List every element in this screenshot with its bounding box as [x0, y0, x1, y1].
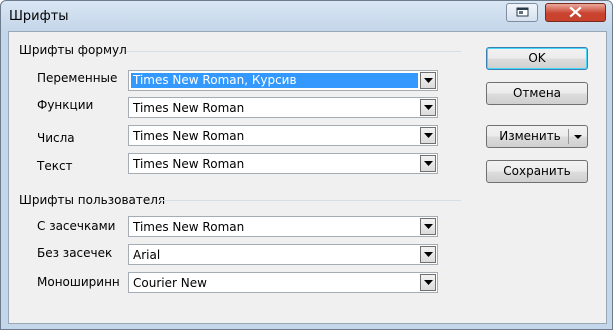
cancel-button[interactable]: Отмена	[486, 82, 588, 105]
numbers-label: Числа	[37, 131, 75, 145]
close-button[interactable]	[545, 3, 606, 22]
dropdown-arrow-icon	[574, 135, 582, 139]
modify-button[interactable]: Изменить	[486, 125, 588, 148]
dialog-body: Шрифты формул Переменные Times New Roman…	[8, 31, 607, 324]
dropdown-button[interactable]	[420, 99, 436, 116]
text-label: Текст	[37, 159, 73, 173]
variables-font-value: Times New Roman, Курсив	[131, 73, 418, 88]
close-icon	[569, 6, 582, 18]
custom-fonts-group-title: Шрифты пользователя	[19, 193, 166, 207]
help-icon	[516, 7, 529, 17]
dialog-title: Шрифты	[9, 9, 69, 24]
numbers-font-value: Times New Roman	[133, 129, 245, 143]
monospace-font-select[interactable]: Courier New	[128, 272, 438, 293]
dropdown-arrow-icon	[424, 224, 433, 229]
dropdown-button[interactable]	[420, 72, 436, 89]
serif-label: С засечками	[37, 219, 116, 233]
functions-font-select[interactable]: Times New Roman	[128, 97, 438, 118]
serif-font-select[interactable]: Times New Roman	[128, 216, 438, 237]
split-divider	[568, 129, 569, 144]
cancel-button-label: Отмена	[512, 86, 562, 100]
modify-button-label: Изменить	[499, 129, 561, 143]
serif-font-value: Times New Roman	[133, 220, 245, 234]
functions-label: Функции	[37, 98, 94, 112]
help-button[interactable]	[506, 3, 538, 22]
functions-font-value: Times New Roman	[133, 101, 245, 115]
title-bar[interactable]: Шрифты	[1, 1, 612, 31]
dropdown-button[interactable]	[420, 274, 436, 291]
dropdown-arrow-icon	[424, 280, 433, 285]
dropdown-arrow-icon	[424, 133, 433, 138]
dropdown-arrow-icon	[424, 161, 433, 166]
dropdown-arrow-icon	[424, 78, 433, 83]
dropdown-arrow-icon	[424, 105, 433, 110]
dropdown-button[interactable]	[420, 155, 436, 172]
sans-label: Без засечек	[37, 246, 113, 260]
monospace-label: Моноширинн	[37, 275, 120, 289]
dropdown-arrow-icon	[424, 252, 433, 257]
sans-font-select[interactable]: Arial	[128, 244, 438, 265]
text-font-select[interactable]: Times New Roman	[128, 153, 438, 174]
dropdown-button[interactable]	[420, 127, 436, 144]
dropdown-button[interactable]	[420, 218, 436, 235]
save-button[interactable]: Сохранить	[486, 160, 588, 183]
group-separator	[157, 200, 461, 201]
dropdown-button[interactable]	[420, 246, 436, 263]
text-font-value: Times New Roman	[133, 157, 245, 171]
sans-font-value: Arial	[133, 248, 161, 262]
variables-label: Переменные	[37, 71, 118, 85]
formula-fonts-group-title: Шрифты формул	[19, 43, 127, 57]
fonts-dialog: Шрифты Шрифты формул Переменные Times Ne…	[0, 0, 613, 330]
ok-button-label: OK	[528, 51, 546, 65]
ok-button[interactable]: OK	[486, 47, 588, 70]
save-button-label: Сохранить	[503, 164, 571, 178]
group-separator	[126, 51, 461, 52]
variables-font-select[interactable]: Times New Roman, Курсив	[128, 70, 438, 91]
numbers-font-select[interactable]: Times New Roman	[128, 125, 438, 146]
monospace-font-value: Courier New	[133, 276, 207, 290]
